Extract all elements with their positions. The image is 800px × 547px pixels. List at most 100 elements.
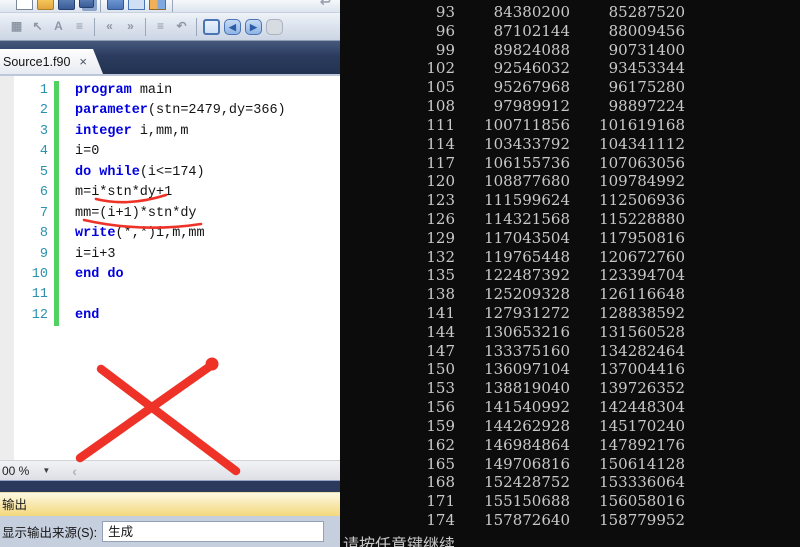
col-i: 93: [340, 3, 455, 22]
tab-label: Source1.f90: [3, 55, 70, 69]
window-split-icon[interactable]: [149, 0, 166, 10]
format-document-icon[interactable]: ≡: [152, 19, 169, 35]
screen: ↩ ▦↖A≡«»≡↶◀▶ Source1.f90 × 1program main…: [0, 0, 800, 547]
col-mm: 93453344: [570, 59, 685, 78]
code-line[interactable]: 2parameter(stn=2479,dy=366): [0, 101, 340, 121]
console-row: 938438020085287520: [340, 3, 800, 22]
col-i: 144: [340, 323, 455, 342]
output-source-label: 显示输出来源(S):: [2, 522, 97, 541]
col-mm: 139726352: [570, 379, 685, 398]
col-i: 153: [340, 379, 455, 398]
code-line[interactable]: 10end do: [0, 265, 340, 285]
line-number: 11: [0, 285, 48, 305]
col-m: 100711856: [455, 116, 570, 135]
close-icon[interactable]: ×: [79, 55, 87, 68]
console-row: 156141540992142448304: [340, 398, 800, 417]
toolbar-row2: ▦↖A≡«»≡↶◀▶: [0, 13, 340, 41]
col-i: 111: [340, 116, 455, 135]
col-m: 108877680: [455, 172, 570, 191]
output-source-combobox[interactable]: 生成: [102, 521, 324, 542]
col-m: 103433792: [455, 135, 570, 154]
scroll-left-icon[interactable]: ‹: [72, 463, 77, 479]
convert-case-icon[interactable]: A: [50, 19, 67, 35]
console-row: 117106155736107063056: [340, 154, 800, 173]
col-m: 144262928: [455, 417, 570, 436]
console-row: 153138819040139726352: [340, 379, 800, 398]
new-file-icon[interactable]: [16, 0, 33, 10]
code-line[interactable]: 11: [0, 285, 340, 305]
col-i: 96: [340, 22, 455, 41]
col-mm: 117950816: [570, 229, 685, 248]
col-m: 157872640: [455, 511, 570, 530]
toggle-code-view-icon[interactable]: ▦: [8, 19, 25, 35]
console-row: 138125209328126116648: [340, 285, 800, 304]
code-line[interactable]: 1program main: [0, 81, 340, 101]
find-in-files-icon[interactable]: [107, 0, 124, 10]
console-row: 1029254603293453344: [340, 59, 800, 78]
console-row: 132119765448120672760: [340, 248, 800, 267]
console-row: 968710214488009456: [340, 22, 800, 41]
indent-icon[interactable]: »: [122, 19, 139, 35]
code-lines: 1program main2parameter(stn=2479,dy=366)…: [0, 81, 340, 326]
comment-disabled-icon[interactable]: [266, 19, 283, 35]
console-row: 120108877680109784992: [340, 172, 800, 191]
output-panel-header: 输出: [0, 492, 340, 516]
console-row: 174157872640158779952: [340, 511, 800, 530]
col-mm: 142448304: [570, 398, 685, 417]
code-line[interactable]: 5do while(i<=174): [0, 163, 340, 183]
code-line[interactable]: 7mm=(i+1)*stn*dy: [0, 204, 340, 224]
line-number: 12: [0, 306, 48, 326]
col-m: 122487392: [455, 266, 570, 285]
col-m: 97989912: [455, 97, 570, 116]
line-number: 5: [0, 163, 48, 183]
col-m: 117043504: [455, 229, 570, 248]
col-i: 99: [340, 41, 455, 60]
col-m: 92546032: [455, 59, 570, 78]
properties-window-icon[interactable]: ≡: [71, 19, 88, 35]
col-i: 165: [340, 455, 455, 474]
col-mm: 153336064: [570, 473, 685, 492]
code-line[interactable]: 9i=i+3: [0, 245, 340, 265]
line-number: 8: [0, 224, 48, 244]
console-row: 129117043504117950816: [340, 229, 800, 248]
undo-typing-icon[interactable]: ↶: [173, 19, 190, 35]
code-line[interactable]: 6m=i*stn*dy+1: [0, 183, 340, 203]
navigate-back-icon[interactable]: ↩: [317, 0, 334, 10]
line-number: 3: [0, 122, 48, 142]
code-line[interactable]: 4i=0: [0, 142, 340, 162]
comment-out-icon[interactable]: ◀: [224, 19, 241, 35]
code-line[interactable]: 12end: [0, 306, 340, 326]
console-row: 1059526796896175280: [340, 78, 800, 97]
col-mm: 109784992: [570, 172, 685, 191]
save-all-icon[interactable]: [79, 0, 94, 8]
chevron-down-icon[interactable]: ▼: [42, 466, 50, 475]
code-line[interactable]: 3integer i,mm,m: [0, 122, 340, 142]
select-arrow-icon[interactable]: ↖: [29, 19, 46, 35]
col-mm: 120672760: [570, 248, 685, 267]
col-m: 95267968: [455, 78, 570, 97]
col-mm: 88009456: [570, 22, 685, 41]
col-m: 130653216: [455, 323, 570, 342]
code-line[interactable]: 8write(*,*)i,m,mm: [0, 224, 340, 244]
col-i: 147: [340, 342, 455, 361]
console-row: 126114321568115228880: [340, 210, 800, 229]
uncomment-icon[interactable]: ▶: [245, 19, 262, 35]
outdent-icon[interactable]: «: [101, 19, 118, 35]
tab-source1-f90[interactable]: Source1.f90 ×: [0, 49, 103, 74]
col-mm: 85287520: [570, 3, 685, 22]
col-m: 87102144: [455, 22, 570, 41]
console-row: 150136097104137004416: [340, 360, 800, 379]
zoom-level-combobox[interactable]: 00 %: [2, 464, 29, 478]
col-i: 114: [340, 135, 455, 154]
ide-window: ↩ ▦↖A≡«»≡↶◀▶ Source1.f90 × 1program main…: [0, 0, 340, 547]
open-folder-icon[interactable]: [37, 0, 54, 10]
window-icon[interactable]: [128, 0, 145, 10]
code-text: parameter(stn=2479,dy=366): [59, 101, 286, 121]
box-selection-icon[interactable]: [203, 19, 220, 35]
col-mm: 115228880: [570, 210, 685, 229]
line-number: 1: [0, 81, 48, 101]
console-row: 114103433792104341112: [340, 135, 800, 154]
code-editor[interactable]: 1program main2parameter(stn=2479,dy=366)…: [0, 76, 340, 460]
code-text: i=0: [59, 142, 99, 162]
save-icon[interactable]: [58, 0, 75, 10]
